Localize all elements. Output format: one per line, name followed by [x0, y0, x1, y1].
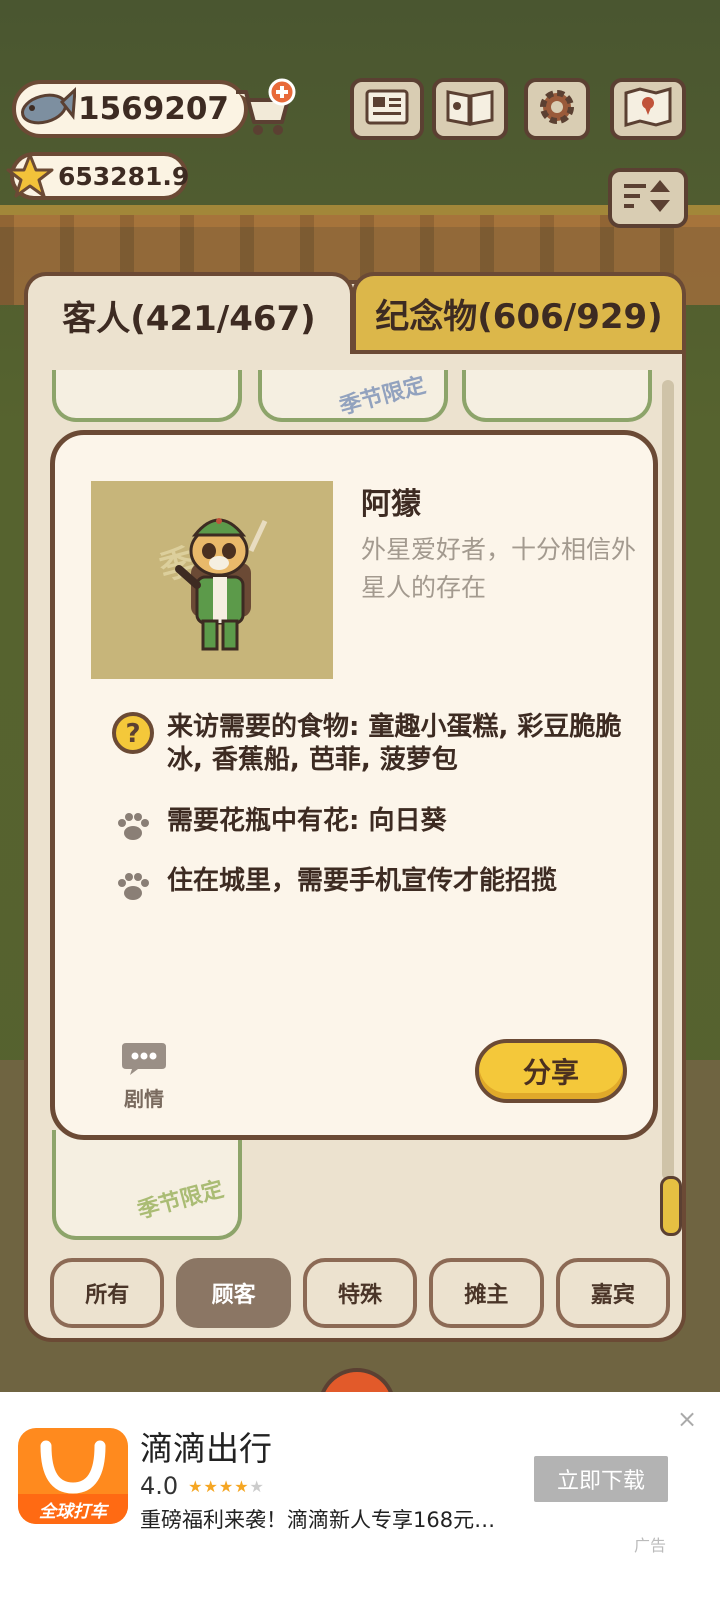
- ad-label: 广告: [634, 1536, 667, 1555]
- settings-button[interactable]: [524, 78, 590, 140]
- sort-button[interactable]: [608, 168, 688, 228]
- guest-name: 阿獴: [361, 487, 421, 522]
- share-label: 分享: [522, 1056, 579, 1089]
- newspaper-button[interactable]: [350, 78, 424, 140]
- story-button[interactable]: 剧情: [115, 1041, 173, 1112]
- map-button[interactable]: [610, 78, 686, 140]
- svg-text:?: ?: [125, 719, 140, 749]
- filter-label: 顾客: [211, 1283, 256, 1308]
- tab-souvenirs[interactable]: 纪念物(606/929): [352, 272, 686, 354]
- scroll-handle[interactable]: [660, 1176, 682, 1236]
- category-filter-bar: 所有 顾客 特殊 摊主 嘉宾: [50, 1258, 671, 1328]
- book-icon: [445, 88, 495, 130]
- season-limited-tag: 季节限定: [134, 1176, 227, 1224]
- filter-label: 摊主: [464, 1283, 509, 1308]
- star-count: 653281.9: [58, 161, 190, 191]
- guest-card[interactable]: 季节限定: [258, 370, 448, 422]
- sort-icon: [620, 176, 676, 220]
- requirement-food: ? 来访需要的食物: 童趣小蛋糕, 彩豆脆脆冰, 香蕉船, 芭菲, 菠萝包: [111, 711, 627, 777]
- guest-detail-modal: 季 阿獴 外星爱好者，十分相信外星人的存在 ? 来访需要的食物: 童趣小蛋糕, …: [50, 430, 658, 1140]
- season-limited-tag: 季节限定: [336, 372, 429, 420]
- requirement-text: 需要花瓶中有花: 向日葵: [167, 806, 447, 836]
- requirement-flower: 需要花瓶中有花: 向日葵: [111, 805, 627, 849]
- ad-close-icon[interactable]: ×: [676, 1407, 698, 1431]
- mongoose-character-illustration: [175, 518, 268, 651]
- fish-count: 1569207: [78, 91, 229, 127]
- filter-label: 所有: [85, 1283, 130, 1308]
- paw-icon: [111, 805, 155, 849]
- chat-bubble-icon: [120, 1041, 168, 1081]
- question-icon: ?: [111, 711, 155, 755]
- ad-rating-value: 4.0: [140, 1472, 179, 1500]
- requirement-city: 住在城里，需要手机宣传才能招揽: [111, 865, 627, 909]
- map-icon: [623, 87, 673, 131]
- share-button[interactable]: 分享: [475, 1039, 627, 1103]
- fish-icon: [18, 86, 77, 132]
- guest-description: 外星爱好者，十分相信外星人的存在: [361, 535, 637, 602]
- ad-download-button[interactable]: 立即下载: [534, 1456, 668, 1502]
- filter-label: 嘉宾: [590, 1283, 635, 1308]
- tab-souvenirs-label: 纪念物(606/929): [375, 296, 663, 337]
- star-icon: [6, 152, 54, 200]
- filter-label: 特殊: [338, 1283, 383, 1308]
- requirement-text: 来访需要的食物: 童趣小蛋糕, 彩豆脆脆冰, 香蕉船, 芭菲, 菠萝包: [167, 712, 622, 775]
- ad-logo-tag: 全球打车: [18, 1494, 128, 1524]
- gear-icon: [536, 86, 578, 132]
- filter-special[interactable]: 特殊: [302, 1258, 418, 1328]
- ad-banner[interactable]: 全球打车 滴滴出行 4.0 ★★★★★ 重磅福利来袭！滴滴新人专享168元… 立…: [0, 1392, 720, 1600]
- tab-guests[interactable]: 客人(421/467): [24, 272, 354, 354]
- ad-rating: 4.0 ★★★★★: [140, 1472, 265, 1500]
- requirement-text: 住在城里，需要手机宣传才能招揽: [167, 866, 558, 896]
- guest-card[interactable]: 季节限定: [52, 1130, 242, 1240]
- rating-stars-icon: ★★★★★: [188, 1476, 265, 1496]
- shop-cart-button[interactable]: [232, 78, 298, 140]
- ad-description[interactable]: 重磅福利来袭！滴滴新人专享168元…: [140, 1504, 495, 1534]
- newspaper-icon: [365, 89, 409, 129]
- filter-guests-vip[interactable]: 嘉宾: [555, 1258, 671, 1328]
- story-label: 剧情: [124, 1087, 164, 1111]
- guest-card[interactable]: [462, 370, 652, 422]
- paw-icon: [111, 865, 155, 909]
- ad-title[interactable]: 滴滴出行: [140, 1422, 272, 1470]
- guest-portrait: 季: [91, 481, 333, 679]
- guest-card[interactable]: [52, 370, 242, 422]
- didi-app-logo[interactable]: 全球打车: [18, 1428, 128, 1524]
- tab-guests-label: 客人(421/467): [62, 298, 316, 339]
- guidebook-button[interactable]: [432, 78, 508, 140]
- filter-all[interactable]: 所有: [50, 1258, 165, 1328]
- filter-customers[interactable]: 顾客: [176, 1258, 291, 1328]
- list-scrollbar[interactable]: [662, 380, 674, 1180]
- filter-vendors[interactable]: 摊主: [429, 1258, 544, 1328]
